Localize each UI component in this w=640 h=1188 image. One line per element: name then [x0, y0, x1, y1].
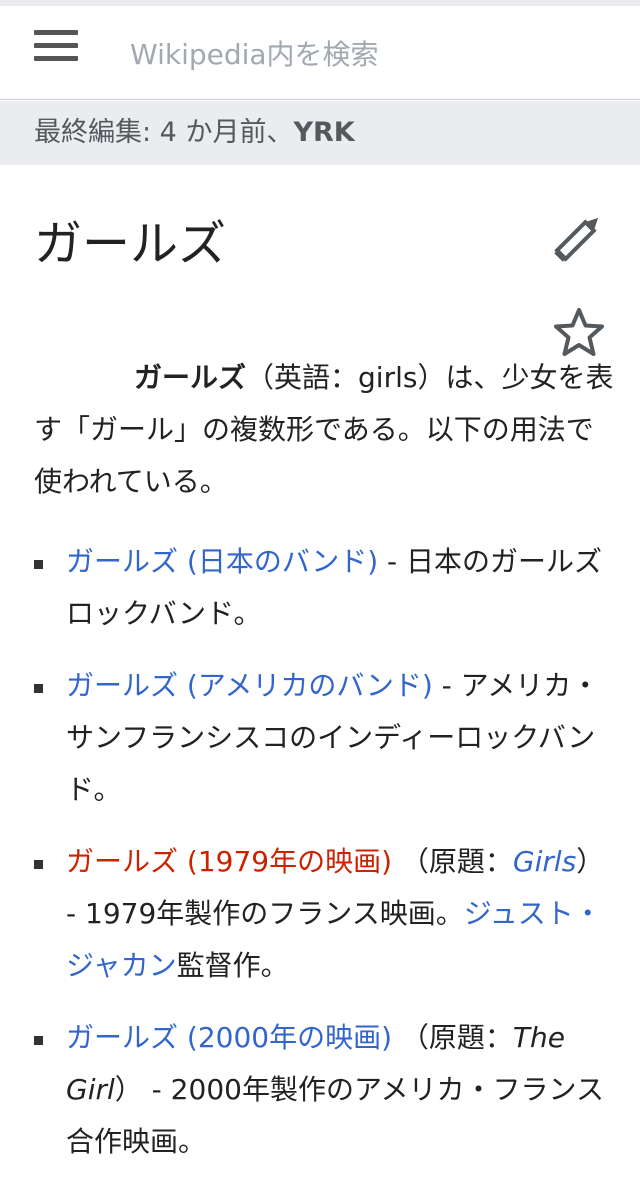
link-1979-film[interactable]: ガールズ (1979年の映画)	[66, 845, 392, 878]
pencil-icon[interactable]	[550, 210, 608, 264]
link-original-title-girls[interactable]: Girls	[513, 845, 576, 878]
search-input[interactable]	[110, 28, 610, 80]
bullet	[34, 560, 43, 569]
last-edited-user: YRK	[293, 117, 355, 148]
list-item: ガールズ (アメリカのバンド) - アメリカ・サンフランシスコのインディーロック…	[34, 660, 614, 816]
list-item: ガールズ (1979年の映画) （原題：Girls） - 1979年製作のフラン…	[34, 836, 614, 992]
original-title-prefix: （原題：	[392, 845, 513, 878]
last-edited-text: 最終編集: 4 か月前、	[34, 117, 294, 148]
page-title: ガールズ	[34, 216, 227, 272]
item-tail: 監督作。	[176, 949, 289, 982]
list-item: ガールズ (2000年の映画) （原題：The Girl） - 2000年製作の…	[34, 1012, 614, 1168]
bullet	[34, 860, 43, 869]
bullet	[34, 684, 43, 693]
link-american-band[interactable]: ガールズ (アメリカのバンド)	[66, 669, 433, 702]
article-content: ガールズ（英語：girls）は、少女を表す「ガール」の複数形である。以下の用法で…	[34, 352, 614, 1188]
link-japanese-band[interactable]: ガールズ (日本のバンド)	[66, 545, 378, 578]
original-title-prefix: （原題：	[392, 1021, 513, 1054]
list-item: ガールズ (日本のバンド) - 日本のガールズロックバンド。	[34, 536, 614, 640]
top-bar	[0, 0, 640, 100]
item-desc: ） - 2000年製作のアメリカ・フランス合作映画。	[66, 1073, 604, 1158]
bullet	[34, 1036, 43, 1045]
intro-paragraph: ガールズ（英語：girls）は、少女を表す「ガール」の複数形である。以下の用法で…	[34, 352, 614, 508]
link-2000-film[interactable]: ガールズ (2000年の映画)	[66, 1021, 392, 1054]
usage-list: ガールズ (日本のバンド) - 日本のガールズロックバンド。 ガールズ (アメリ…	[34, 536, 614, 1168]
menu-icon[interactable]	[34, 30, 78, 66]
last-edited-bar[interactable]: 最終編集: 4 か月前、YRK	[0, 101, 640, 165]
intro-term: ガールズ	[134, 361, 247, 394]
